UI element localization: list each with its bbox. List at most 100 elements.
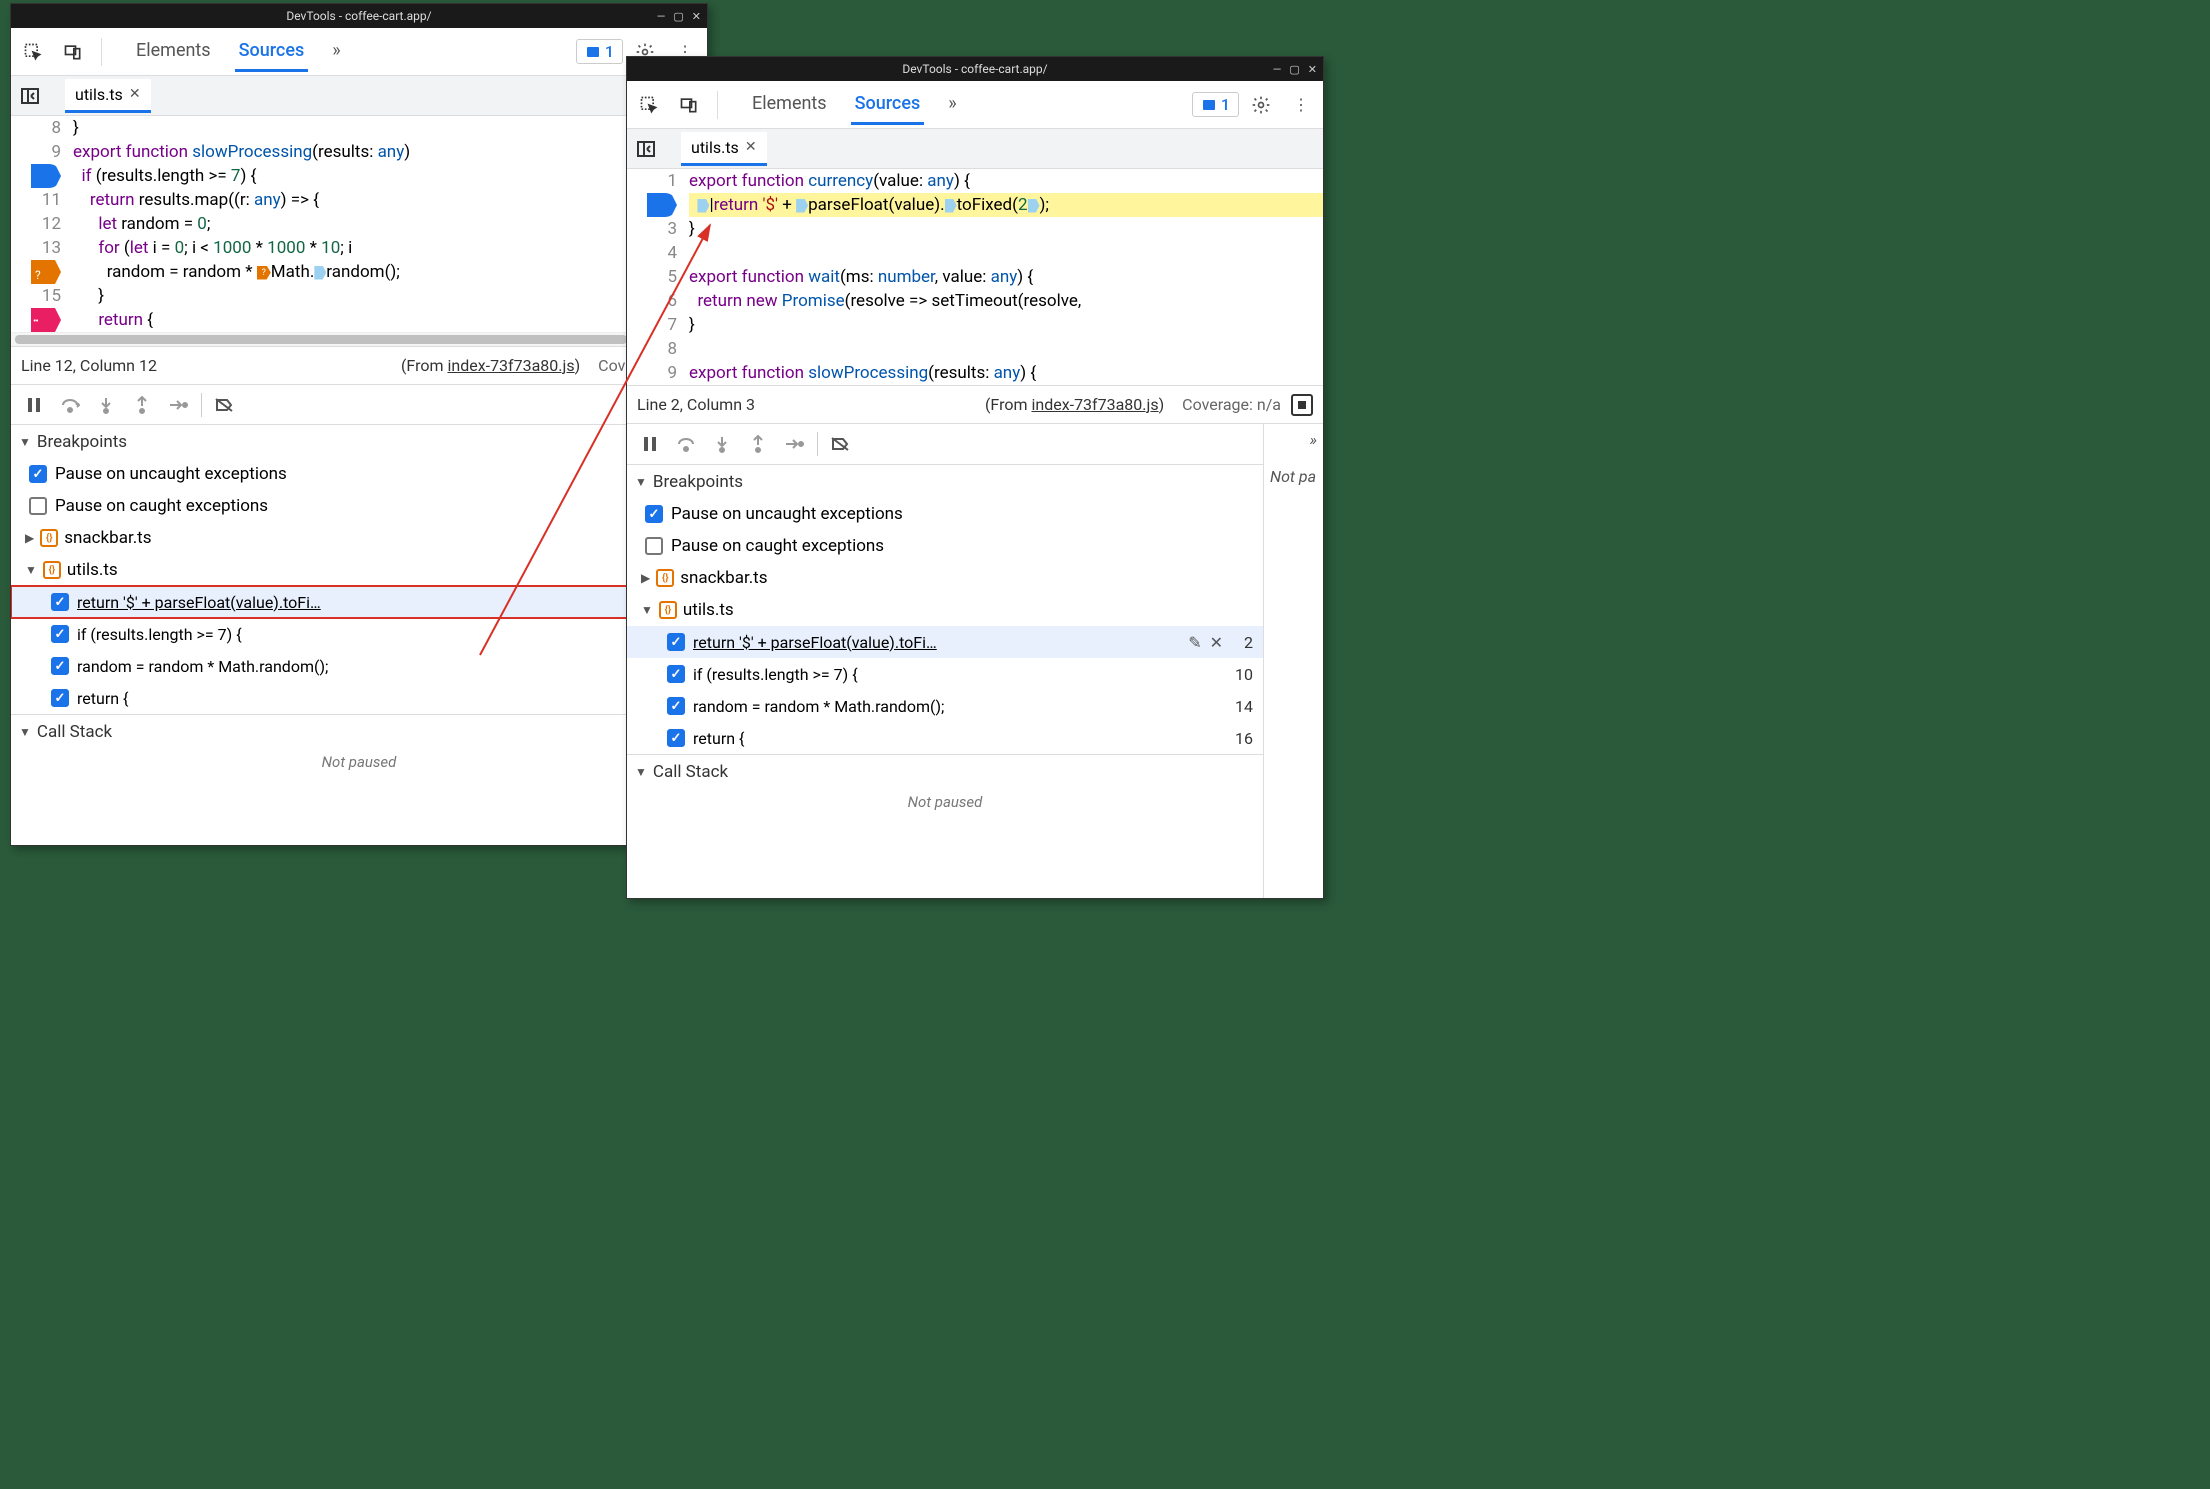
expand-icon: ▼ xyxy=(635,475,647,489)
file-tab-utils[interactable]: utils.ts ✕ xyxy=(681,132,767,166)
pause-uncaught-row[interactable]: Pause on uncaught exceptions xyxy=(11,458,707,490)
device-toggle-icon[interactable] xyxy=(55,34,91,70)
checkbox-icon[interactable] xyxy=(51,657,69,675)
maximize-icon[interactable]: ▢ xyxy=(1289,63,1299,76)
settings-icon[interactable] xyxy=(1243,87,1279,123)
checkbox-icon[interactable] xyxy=(29,465,47,483)
breakpoint-item[interactable]: random = random * Math.random(); 14 xyxy=(627,690,1263,722)
delete-icon[interactable]: ✕ xyxy=(1210,633,1223,652)
checkbox-icon[interactable] xyxy=(51,625,69,643)
cursor-position: Line 2, Column 3 xyxy=(637,395,755,414)
issues-count: 1 xyxy=(605,42,614,61)
source-tab-bar: utils.ts ✕ xyxy=(11,76,707,116)
horizontal-scrollbar[interactable] xyxy=(11,332,707,346)
step-out-icon[interactable] xyxy=(125,388,159,422)
debugger-toolbar xyxy=(11,384,707,424)
code-editor[interactable]: 891011121314?1516••}export function slow… xyxy=(11,116,707,332)
breakpoint-item[interactable]: return { 16 xyxy=(11,682,707,714)
minimize-icon[interactable]: — xyxy=(1273,63,1282,76)
breakpoint-item[interactable]: random = random * Math.random(); 14 xyxy=(11,650,707,682)
close-icon[interactable]: ✕ xyxy=(1308,63,1317,76)
inspect-icon[interactable] xyxy=(15,34,51,70)
close-icon[interactable]: ✕ xyxy=(692,10,701,23)
breakpoint-item[interactable]: return { 16 xyxy=(627,722,1263,754)
screencast-icon[interactable] xyxy=(1291,394,1313,416)
callstack-section-header[interactable]: ▼ Call Stack xyxy=(627,754,1263,788)
step-into-icon[interactable] xyxy=(705,427,739,461)
pause-caught-row[interactable]: Pause on caught exceptions xyxy=(11,490,707,522)
issues-badge[interactable]: 1 xyxy=(1192,92,1239,117)
debugger-side-panel: » Not pa xyxy=(1263,424,1323,898)
pause-caught-row[interactable]: Pause on caught exceptions xyxy=(627,530,1263,562)
device-toggle-icon[interactable] xyxy=(671,87,707,123)
breakpoints-section-header[interactable]: ▼ Breakpoints xyxy=(11,424,707,458)
file-tab-label: utils.ts xyxy=(691,138,739,157)
debugger-toolbar xyxy=(627,424,1263,464)
step-over-icon[interactable] xyxy=(53,388,87,422)
not-paused-label: Not paused xyxy=(11,748,707,776)
source-tab-bar: utils.ts ✕ xyxy=(627,129,1323,169)
minimize-icon[interactable]: — xyxy=(657,10,666,23)
tabs-overflow-icon[interactable]: » xyxy=(944,85,960,125)
cursor-position: Line 12, Column 12 xyxy=(21,356,157,375)
checkbox-icon[interactable] xyxy=(667,697,685,715)
tab-sources[interactable]: Sources xyxy=(235,32,309,72)
breakpoint-file-utils[interactable]: ▼ {} utils.ts xyxy=(11,554,707,586)
step-icon[interactable] xyxy=(777,427,811,461)
deactivate-breakpoints-icon[interactable] xyxy=(208,388,242,422)
kebab-icon[interactable]: ⋮ xyxy=(1283,87,1319,123)
breakpoint-file-snackbar[interactable]: ▶ {} snackbar.ts xyxy=(627,562,1263,594)
pause-icon[interactable] xyxy=(17,388,51,422)
titlebar[interactable]: DevTools - coffee-cart.app/ — ▢ ✕ xyxy=(627,57,1323,81)
main-toolbar: Elements Sources » 1 ⋮ xyxy=(627,81,1323,129)
checkbox-icon[interactable] xyxy=(645,505,663,523)
callstack-section-header[interactable]: ▼ Call Stack xyxy=(11,714,707,748)
pause-icon[interactable] xyxy=(633,427,667,461)
checkbox-icon[interactable] xyxy=(51,593,69,611)
issues-badge[interactable]: 1 xyxy=(576,39,623,64)
titlebar[interactable]: DevTools - coffee-cart.app/ — ▢ ✕ xyxy=(11,4,707,28)
checkbox-icon[interactable] xyxy=(645,537,663,555)
pause-uncaught-row[interactable]: Pause on uncaught exceptions xyxy=(627,498,1263,530)
ts-file-icon: {} xyxy=(43,561,61,579)
step-into-icon[interactable] xyxy=(89,388,123,422)
breakpoint-item[interactable]: return '$' + parseFloat(value).toFi… ✎ ✕… xyxy=(627,626,1263,658)
checkbox-icon[interactable] xyxy=(667,633,685,651)
checkbox-icon[interactable] xyxy=(667,729,685,747)
navigator-toggle-icon[interactable] xyxy=(631,134,661,164)
checkbox-icon[interactable] xyxy=(29,497,47,515)
checkbox-icon[interactable] xyxy=(667,665,685,683)
navigator-toggle-icon[interactable] xyxy=(15,81,45,111)
callstack-title: Call Stack xyxy=(653,762,728,782)
deactivate-breakpoints-icon[interactable] xyxy=(824,427,858,461)
sourcemap-link[interactable]: index-73f73a80.js xyxy=(1031,395,1158,414)
step-out-icon[interactable] xyxy=(741,427,775,461)
expand-icon: ▼ xyxy=(641,603,653,617)
step-icon[interactable] xyxy=(161,388,195,422)
breakpoint-item[interactable]: if (results.length >= 7) { 10 xyxy=(11,618,707,650)
file-tab-close-icon[interactable]: ✕ xyxy=(745,139,757,155)
breakpoint-file-utils[interactable]: ▼ {} utils.ts xyxy=(627,594,1263,626)
checkbox-icon[interactable] xyxy=(51,689,69,707)
tab-sources[interactable]: Sources xyxy=(851,85,925,125)
expand-icon: ▼ xyxy=(19,435,31,449)
breakpoints-section-header[interactable]: ▼ Breakpoints xyxy=(627,464,1263,498)
breakpoint-item[interactable]: return '$' + parseFloat(value).toFi… ✎ ✕… xyxy=(11,586,707,618)
overflow-icon[interactable]: » xyxy=(1270,430,1317,449)
ts-file-icon: {} xyxy=(40,529,58,547)
inspect-icon[interactable] xyxy=(631,87,667,123)
not-paused-truncated: Not pa xyxy=(1270,467,1316,486)
step-over-icon[interactable] xyxy=(669,427,703,461)
sourcemap-link[interactable]: index-73f73a80.js xyxy=(447,356,574,375)
tab-elements[interactable]: Elements xyxy=(748,85,831,125)
tab-elements[interactable]: Elements xyxy=(132,32,215,72)
file-tab-utils[interactable]: utils.ts ✕ xyxy=(65,79,151,113)
edit-icon[interactable]: ✎ xyxy=(1188,633,1201,652)
file-tab-close-icon[interactable]: ✕ xyxy=(129,86,141,102)
breakpoint-file-snackbar[interactable]: ▶ {} snackbar.ts xyxy=(11,522,707,554)
breakpoint-item[interactable]: if (results.length >= 7) { 10 xyxy=(627,658,1263,690)
code-editor[interactable]: 123456789export function currency(value:… xyxy=(627,169,1323,385)
maximize-icon[interactable]: ▢ xyxy=(673,10,683,23)
callstack-title: Call Stack xyxy=(37,722,112,742)
tabs-overflow-icon[interactable]: » xyxy=(328,32,344,72)
